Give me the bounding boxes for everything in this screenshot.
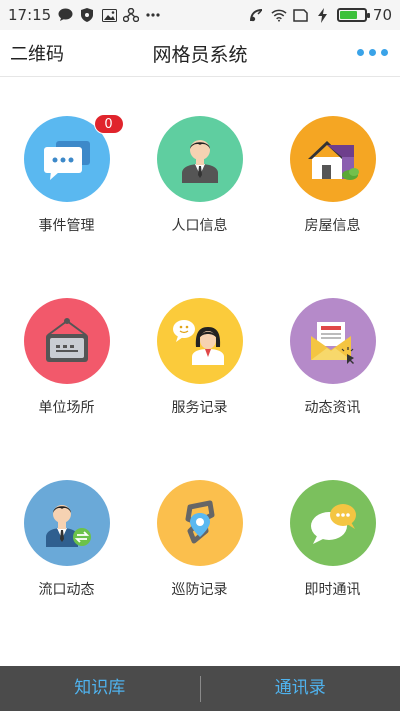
wifi-icon (271, 7, 287, 23)
tile-service-record[interactable]: 服务记录 (133, 259, 266, 441)
app-header: 二维码 网格员系统 (0, 30, 400, 77)
status-time: 17:15 (8, 6, 52, 24)
tile-icon-circle (23, 298, 110, 384)
tile-icon-circle (289, 298, 376, 384)
bottom-tab-bar: 知识库 通讯录 (0, 666, 400, 711)
charging-icon (315, 7, 331, 23)
chat-bubbles-icon (43, 141, 90, 180)
tile-icon-circle (156, 298, 243, 384)
tile-icon-circle (289, 116, 376, 202)
tile-icon-circle (156, 116, 243, 202)
tile-icon-circle (289, 480, 376, 566)
tile-patrol-record[interactable]: 巡防记录 (133, 441, 266, 623)
tile-label: 人口信息 (171, 218, 228, 234)
message-icon (57, 7, 73, 23)
shield-icon (79, 7, 95, 23)
tile-label: 巡防记录 (171, 582, 228, 598)
qr-code-button[interactable]: 二维码 (10, 40, 64, 66)
battery-fill (339, 11, 357, 19)
battery-icon (336, 8, 370, 22)
sign-board-icon (45, 318, 88, 362)
tile-instant-messaging[interactable]: 即时通讯 (266, 441, 399, 623)
instant-chat-icon (310, 504, 356, 544)
tile-label: 服务记录 (171, 400, 228, 416)
status-bar: 17:15 70 (0, 0, 400, 30)
house-icon (307, 141, 359, 180)
tile-icon-circle: 0 (23, 114, 124, 202)
tile-housing-info[interactable]: 房屋信息 (266, 77, 399, 259)
tile-label: 事件管理 (38, 218, 95, 234)
tile-icon-circle (23, 480, 110, 566)
tile-unit-premises[interactable]: 单位场所 (0, 259, 133, 441)
person-transfer-icon (45, 505, 91, 547)
service-woman-icon (172, 320, 224, 365)
usb-icon (123, 7, 140, 23)
more-dots-icon[interactable] (357, 49, 388, 56)
event-count-badge: 0 (93, 114, 124, 134)
more-dots-icon (145, 7, 161, 23)
dot (381, 49, 388, 56)
tile-label: 动态资讯 (304, 400, 361, 416)
tile-label: 即时通讯 (304, 582, 361, 598)
tile-event-management[interactable]: 0 事件管理 (0, 77, 133, 259)
tab-knowledge-base[interactable]: 知识库 (0, 666, 200, 711)
tile-dynamic-news[interactable]: 动态资讯 (266, 259, 399, 441)
tile-population-info[interactable]: 人口信息 (133, 77, 266, 259)
dot (369, 49, 376, 56)
status-bar-right: 70 (249, 6, 392, 24)
battery-percent: 70 (372, 6, 392, 24)
function-grid: 0 事件管理 人口信息 房屋信息 单位场所 服务记录 动态资讯 流口动态 巡防记… (0, 77, 400, 666)
location-pin-icon (185, 500, 214, 544)
tile-label: 单位场所 (38, 400, 95, 416)
tab-contacts[interactable]: 通讯录 (201, 666, 400, 711)
image-icon (101, 7, 117, 23)
tile-label: 流口动态 (38, 582, 95, 598)
sim-icon (293, 7, 309, 23)
dot (357, 49, 364, 56)
tile-label: 房屋信息 (304, 218, 361, 234)
envelope-icon (310, 322, 354, 364)
person-suit-icon (181, 140, 218, 183)
status-bar-left: 17:15 (8, 6, 161, 24)
tile-floating-population[interactable]: 流口动态 (0, 441, 133, 623)
nfc-icon (249, 7, 265, 23)
tile-icon-circle (156, 480, 243, 566)
